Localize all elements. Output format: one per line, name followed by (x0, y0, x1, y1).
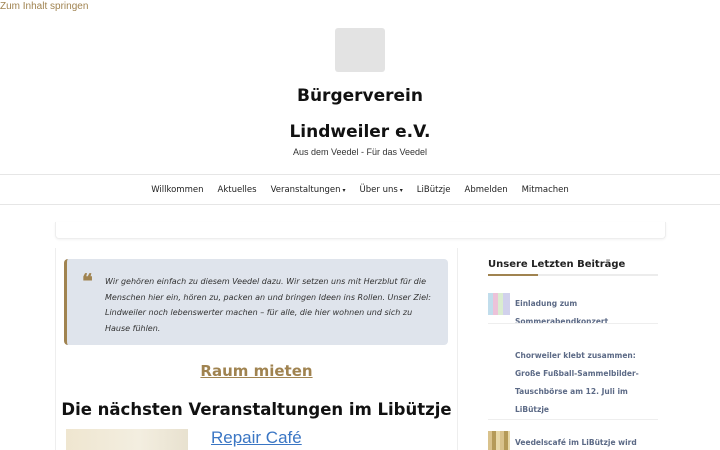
sidebar-post-link[interactable]: Einladung zum Sommerabendkonzert (515, 295, 660, 331)
skip-to-content-link[interactable]: Zum Inhalt springen (0, 1, 88, 12)
nav-divider-bottom (0, 204, 720, 205)
sidebar-divider (488, 323, 658, 324)
sidebar-heading-underline (488, 274, 658, 276)
nav-item-ueber-uns[interactable]: Über uns ▾ (360, 185, 403, 195)
nav-item-willkommen[interactable]: Willkommen (151, 185, 203, 195)
event-image[interactable] (66, 429, 188, 450)
nav-item-abmelden[interactable]: Abmelden (465, 185, 508, 195)
nav-item-aktuelles[interactable]: Aktuelles (218, 185, 257, 195)
nav-item-libuetzje[interactable]: LiBützje (417, 185, 451, 195)
site-logo[interactable] (335, 28, 385, 72)
main-navigation: Willkommen Aktuelles Veranstaltungen ▾ Üb… (0, 175, 720, 204)
site-title-line2[interactable]: Lindweiler e.V. (0, 122, 720, 142)
nav-item-label: Abmelden (464, 184, 508, 195)
sidebar-heading: Unsere Letzten Beiträge (488, 259, 626, 270)
chevron-down-icon: ▾ (399, 186, 403, 194)
events-heading: Die nächsten Veranstaltungen im Libützje (61, 400, 452, 419)
event-title-link[interactable]: Repair Café (211, 428, 302, 448)
site-title-line1[interactable]: Bürgerverein (0, 86, 720, 106)
nav-item-label: Mitmachen (521, 184, 569, 195)
sidebar-post-link[interactable]: Chorweiler klebt zusammen: Große Fußball… (515, 347, 655, 419)
nav-item-label: Veranstaltungen (270, 184, 341, 195)
content-card-top (55, 222, 666, 239)
nav-item-label: Über uns (359, 184, 398, 195)
site-tagline: Aus dem Veedel - Für das Veedel (292, 147, 428, 157)
post-thumbnail[interactable] (488, 431, 510, 450)
nav-item-mitmachen[interactable]: Mitmachen (522, 185, 569, 195)
sidebar-post-link[interactable]: Veedelscafé im LiBützje wird zum (515, 434, 655, 450)
nav-item-label: LiBützje (416, 184, 451, 195)
nav-item-label: Willkommen (151, 184, 204, 195)
nav-item-veranstaltungen[interactable]: Veranstaltungen ▾ (271, 185, 346, 195)
intro-quote-block: ❝ Wir gehören einfach zu diesem Veedel d… (64, 259, 448, 345)
raum-mieten-link[interactable]: Raum mieten (55, 362, 458, 380)
quote-icon: ❝ (82, 269, 93, 293)
quote-text: Wir gehören einfach zu diesem Veedel daz… (105, 277, 431, 333)
post-thumbnail[interactable] (488, 293, 510, 315)
nav-item-label: Aktuelles (217, 184, 257, 195)
chevron-down-icon: ▾ (342, 186, 346, 194)
sidebar-divider (488, 419, 658, 420)
